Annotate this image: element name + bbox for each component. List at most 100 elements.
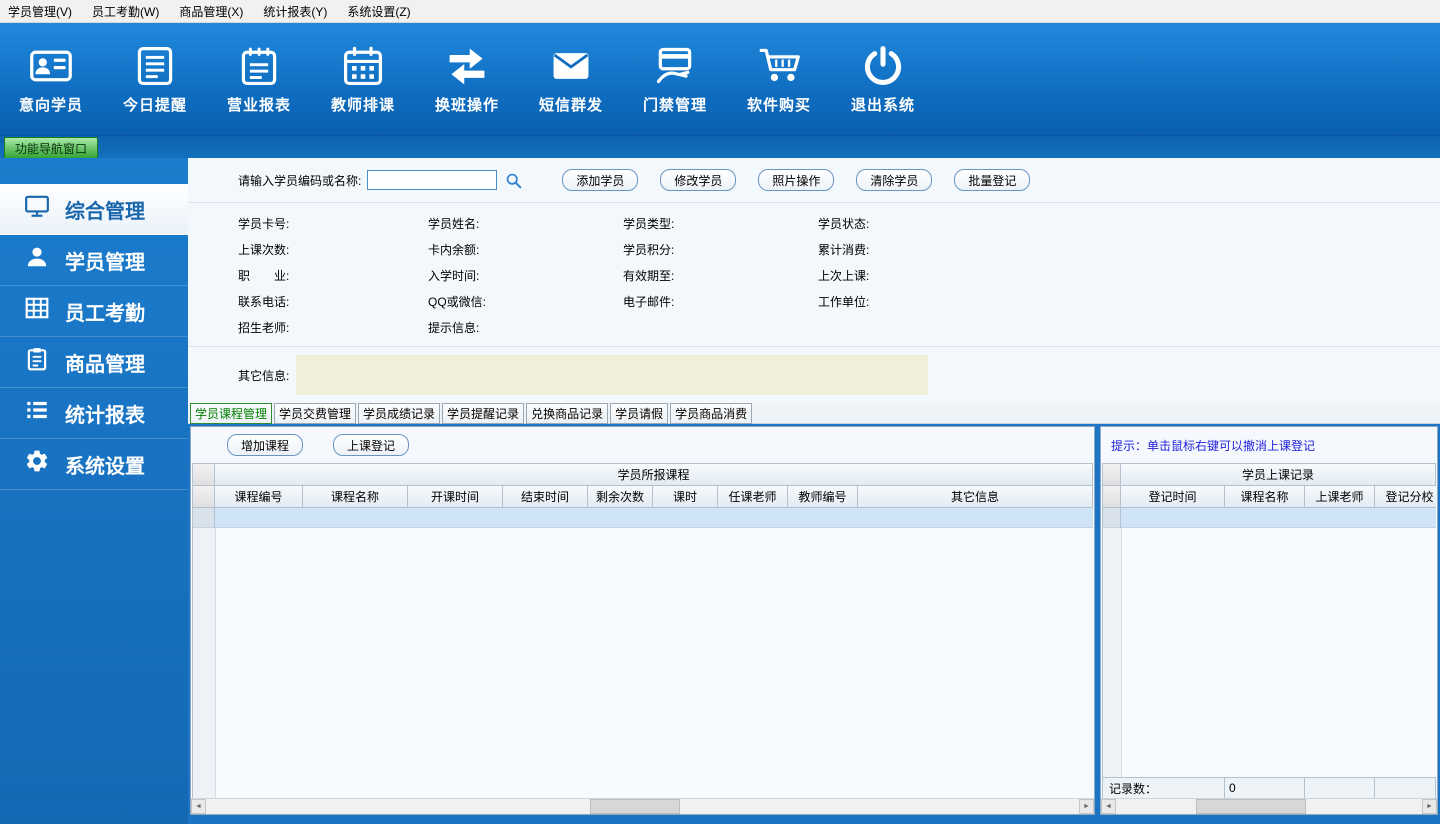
column-header-teacher[interactable]: 任课老师 (718, 486, 788, 508)
table-group-header-row: 学员上课记录 (1103, 464, 1436, 486)
toolbar-teacher-schedule[interactable]: 教师排课 (324, 44, 402, 115)
shopping-cart-icon (757, 44, 801, 88)
batch-register-button[interactable]: 批量登记 (954, 169, 1031, 191)
column-header-teacher-id[interactable]: 教师编号 (788, 486, 858, 508)
field-label-student-name: 学员姓名: (428, 216, 480, 231)
search-input[interactable] (367, 170, 498, 190)
scroll-track[interactable] (1116, 799, 1422, 814)
course-buttons-row: 增加课程 上课登记 (191, 427, 1094, 463)
menu-student-management[interactable]: 学员管理(V) (8, 3, 72, 20)
toolbar-access-control[interactable]: 门禁管理 (636, 44, 714, 115)
menu-goods-management[interactable]: 商品管理(X) (179, 3, 243, 20)
menu-bar: 学员管理(V) 员工考勤(W) 商品管理(X) 统计报表(Y) 系统设置(Z) (0, 0, 1440, 23)
column-header-register-time[interactable]: 登记时间 (1121, 486, 1225, 508)
clear-student-button[interactable]: 清除学员 (856, 169, 933, 191)
class-records-panel: 提示：单击鼠标右键可以撤消上课登记 学员上课记录 登记时间 课程名称 上课老师 (1100, 426, 1438, 815)
toolbar-intended-students[interactable]: 意向学员 (12, 44, 90, 115)
table-body (1103, 528, 1436, 777)
tab-score-records[interactable]: 学员成绩记录 (358, 402, 441, 424)
list-icon (24, 397, 50, 429)
scroll-right-arrow[interactable]: ► (1422, 799, 1437, 814)
search-icon[interactable] (505, 172, 522, 189)
access-card-icon (653, 44, 697, 88)
field-label-phone: 联系电话: (238, 294, 290, 309)
sidebar-item-students[interactable]: 学员管理 (0, 235, 188, 286)
field-label-student-type: 学员类型: (623, 216, 675, 231)
field-label-last-class: 上次上课: (818, 268, 870, 283)
toolbar-label: 今日提醒 (122, 96, 187, 114)
scroll-left-arrow[interactable]: ◄ (191, 799, 206, 814)
tab-exchange-records[interactable]: 兑换商品记录 (526, 402, 609, 424)
row-selector-header (193, 486, 215, 508)
toolbar-label: 教师排课 (330, 96, 395, 114)
calendar-icon (341, 44, 385, 88)
search-label: 请输入学员编码或名称: (238, 173, 362, 188)
tab-course-management[interactable]: 学员课程管理 (190, 402, 273, 424)
column-header-start-time[interactable]: 开课时间 (408, 486, 503, 508)
column-header-other-info[interactable]: 其它信息 (858, 486, 1093, 508)
tab-goods-consumption[interactable]: 学员商品消费 (670, 402, 753, 424)
field-label-card-number: 学员卡号: (238, 216, 290, 231)
row-selector-cell[interactable] (193, 508, 215, 528)
table-column-header-row: 课程编号 课程名称 开课时间 结束时间 剩余次数 课时 任课老师 教师编号 其它… (193, 486, 1093, 508)
menu-staff-attendance[interactable]: 员工考勤(W) (92, 3, 159, 20)
add-course-button[interactable]: 增加课程 (227, 434, 303, 456)
row-selector-cell[interactable] (1103, 508, 1121, 528)
column-header-register-branch[interactable]: 登记分校 (1375, 486, 1436, 508)
scroll-right-arrow[interactable]: ► (1079, 799, 1094, 814)
tab-reminder-records[interactable]: 学员提醒记录 (442, 402, 525, 424)
toolbar-business-report[interactable]: 营业报表 (220, 44, 298, 115)
column-header-end-time[interactable]: 结束时间 (503, 486, 588, 508)
sidebar-item-reports[interactable]: 统计报表 (0, 388, 188, 439)
sidebar-item-comprehensive[interactable]: 综合管理 (0, 184, 188, 235)
class-register-button[interactable]: 上课登记 (333, 434, 409, 456)
modify-student-button[interactable]: 修改学员 (660, 169, 737, 191)
table-body-area[interactable] (1122, 528, 1436, 777)
scroll-thumb[interactable] (1195, 799, 1306, 814)
sidebar-item-attendance[interactable]: 员工考勤 (0, 286, 188, 337)
scroll-left-arrow[interactable]: ◄ (1101, 799, 1116, 814)
table-body-area[interactable] (216, 528, 1093, 798)
other-info-box[interactable] (296, 355, 928, 395)
enrolled-courses-table: 学员所报课程 课程编号 课程名称 开课时间 结束时间 剩余次数 课时 任课老师 … (192, 463, 1093, 798)
toolbar-exit-system[interactable]: 退出系统 (844, 44, 922, 115)
column-header-class-teacher[interactable]: 上课老师 (1305, 486, 1375, 508)
other-info-row: 其它信息: (188, 347, 1440, 403)
left-horizontal-scrollbar[interactable]: ◄ ► (191, 798, 1094, 814)
tab-leave[interactable]: 学员请假 (610, 402, 669, 424)
selected-empty-row[interactable] (1103, 508, 1436, 528)
sidebar-item-settings[interactable]: 系统设置 (0, 439, 188, 490)
tab-payment-management[interactable]: 学员交费管理 (274, 402, 357, 424)
toolbar-today-reminders[interactable]: 今日提醒 (116, 44, 194, 115)
menu-system-settings[interactable]: 系统设置(Z) (347, 3, 410, 20)
column-header-course-id[interactable]: 课程编号 (215, 486, 303, 508)
function-nav-tab[interactable]: 功能导航窗口 (4, 137, 99, 158)
column-header-course-name[interactable]: 课程名称 (303, 486, 408, 508)
column-header-course-name[interactable]: 课程名称 (1225, 486, 1305, 508)
photo-operation-button[interactable]: 照片操作 (758, 169, 835, 191)
add-student-button[interactable]: 添加学员 (562, 169, 639, 191)
sidebar-item-label: 员工考勤 (65, 302, 145, 325)
record-count-label: 记录数： (1103, 778, 1225, 798)
scroll-track[interactable] (206, 799, 1079, 814)
row-selector-header (1103, 464, 1121, 486)
sidebar-item-goods[interactable]: 商品管理 (0, 337, 188, 388)
column-header-remaining-count[interactable]: 剩余次数 (588, 486, 653, 508)
toolbar-software-purchase[interactable]: 软件购买 (740, 44, 818, 115)
table-column-header-row: 登记时间 课程名称 上课老师 登记分校 (1103, 486, 1436, 508)
column-header-class-hours[interactable]: 课时 (653, 486, 718, 508)
right-horizontal-scrollbar[interactable]: ◄ ► (1101, 798, 1437, 814)
student-action-buttons: 添加学员 修改学员 照片操作 清除学员 批量登记 (562, 169, 1031, 191)
field-label-class-count: 上课次数: (238, 242, 290, 257)
attendance-grid-icon (24, 295, 50, 327)
toolbar-class-swap[interactable]: 换班操作 (428, 44, 506, 115)
toolbar-sms-broadcast[interactable]: 短信群发 (532, 44, 610, 115)
row-selector-column (193, 528, 216, 798)
toolbar-label: 换班操作 (434, 96, 499, 114)
scroll-thumb[interactable] (590, 799, 681, 814)
user-icon (24, 244, 50, 276)
selected-empty-row[interactable] (193, 508, 1093, 528)
menu-statistics-reports[interactable]: 统计报表(Y) (263, 3, 327, 20)
detail-tabstrip: 学员课程管理 学员交费管理 学员成绩记录 学员提醒记录 兑换商品记录 学员请假 … (188, 402, 1440, 424)
application-window: 学员管理(V) 员工考勤(W) 商品管理(X) 统计报表(Y) 系统设置(Z) … (0, 0, 1440, 824)
